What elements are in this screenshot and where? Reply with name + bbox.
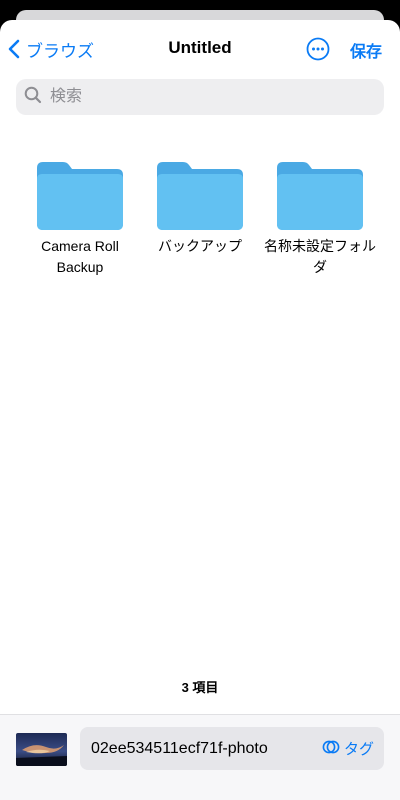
save-dialog: ブラウズ Untitled 保存 Cam <box>0 20 400 800</box>
photo-thumbnail <box>16 733 67 766</box>
search-icon <box>16 86 42 109</box>
folder-label: バックアップ <box>158 238 242 254</box>
filename-input[interactable] <box>89 734 313 764</box>
tag-button-label: タグ <box>343 741 374 758</box>
chevron-left-icon <box>8 39 20 59</box>
search-input[interactable] <box>48 81 372 113</box>
tag-icon <box>322 740 340 758</box>
navigation-bar: ブラウズ Untitled 保存 <box>0 20 400 76</box>
folder-label: 名称未設定フォルダ <box>264 238 376 275</box>
filename-field[interactable]: タグ <box>80 727 384 770</box>
save-button[interactable]: 保存 <box>350 38 382 62</box>
back-button-label: ブラウズ <box>26 41 94 61</box>
folder-icon <box>260 162 380 230</box>
page-title: Untitled <box>168 38 232 57</box>
folder-item[interactable]: バックアップ <box>140 162 260 257</box>
search-bar[interactable] <box>16 79 384 115</box>
save-bar: タグ <box>0 714 400 800</box>
item-count: 3 項目 <box>181 680 219 695</box>
folder-label: Camera Roll Backup <box>41 238 119 275</box>
tag-button[interactable]: タグ <box>322 738 374 759</box>
back-button[interactable]: ブラウズ <box>8 36 94 62</box>
more-options-icon[interactable] <box>306 37 330 61</box>
folder-item[interactable]: Camera Roll Backup <box>20 162 140 278</box>
folder-icon <box>140 162 260 230</box>
folder-item[interactable]: 名称未設定フォルダ <box>260 162 380 278</box>
folder-icon <box>20 162 140 230</box>
